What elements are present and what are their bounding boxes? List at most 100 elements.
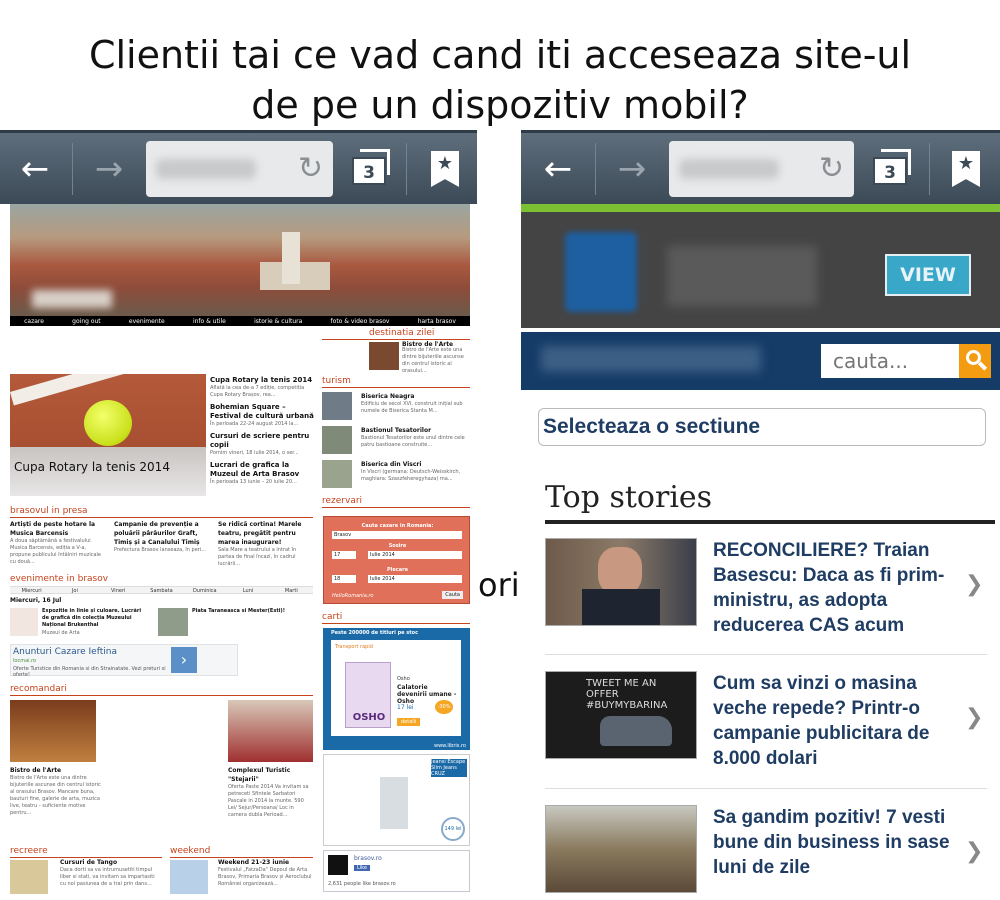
story-item[interactable]: TWEET ME AN OFFER #BUYMYBARINA Cum sa vi… [545, 671, 987, 769]
search-button[interactable] [959, 344, 991, 378]
story-title[interactable]: Sa gandim pozitiv! 7 vesti bune din busi… [713, 805, 958, 880]
turism-thumb[interactable] [322, 392, 352, 420]
view-button[interactable]: VIEW [885, 254, 971, 296]
tab-day[interactable]: Vineri [97, 587, 140, 594]
event-title[interactable]: Expozitie in linie și culoare. Lucrări d… [42, 608, 146, 629]
turism-thumb[interactable] [322, 460, 352, 488]
event-thumb[interactable] [10, 608, 38, 636]
events-day-tabs: Miercuri Joi Vineri Sambata Duminica Lun… [10, 586, 313, 594]
reload-icon[interactable]: ↻ [298, 151, 323, 187]
url-bar[interactable]: ↻ [669, 141, 854, 197]
recomandari-thumb[interactable] [10, 700, 96, 762]
bookmark-button[interactable]: ★ [952, 151, 980, 187]
recomandari-item: Complexul Turistic "Stejarii" Oferta Pas… [228, 766, 314, 819]
booking-sosire-day[interactable]: 17 [332, 551, 356, 559]
recreere-thumb[interactable] [10, 860, 48, 894]
event-title[interactable]: Piata Taraneasca si Mester(Esti)! [192, 608, 310, 615]
forward-button[interactable]: → [609, 147, 655, 191]
tab-day[interactable]: Luni [226, 587, 269, 594]
booking-city-input[interactable]: Brasov [332, 531, 462, 539]
nav-item-istorie[interactable]: istorie & cultura [254, 318, 302, 325]
presa-item-title[interactable]: Campanie de prevenție a poluării pârâuri… [114, 520, 212, 547]
jeans-ad[interactable]: Jeansi Escape Slim Jeans CRUZ 149 lei [323, 754, 470, 846]
chevron-right-icon[interactable]: › [171, 647, 197, 673]
turism-item-title[interactable]: Biserica din Viscri [361, 460, 469, 469]
story-item[interactable]: RECONCILIERE? Traian Basescu: Daca as fi… [545, 538, 987, 636]
book-ad-card: Transport rapid OSHO Osho Calatorie deve… [331, 640, 461, 736]
section-select[interactable]: Selecteaza o sectiune [538, 408, 986, 446]
tab-day[interactable]: Duminica [183, 587, 226, 594]
back-button[interactable]: ← [12, 147, 58, 191]
chevron-right-icon[interactable]: ❯ [965, 705, 983, 730]
nav-item-foto-video[interactable]: foto & video brasov [331, 318, 390, 325]
tab-day[interactable]: Joi [53, 587, 96, 594]
search-icon-handle [977, 361, 988, 371]
story-title[interactable]: RECONCILIERE? Traian Basescu: Daca as fi… [713, 538, 958, 638]
bookmark-star-icon: ★ [436, 153, 454, 174]
headline: Clientii tai ce vad cand iti acceseaza s… [0, 30, 1000, 130]
ad-title[interactable]: Anunturi Cazare Ieftina [13, 647, 117, 657]
bistro-thumb[interactable] [369, 342, 399, 370]
featured-tennis-image[interactable]: Cupa Rotary la tenis 2014 [10, 374, 206, 496]
turism-item-title[interactable]: Bastionul Tesatorilor [361, 426, 469, 435]
arrow-left-icon: ← [20, 149, 50, 189]
fb-page-name[interactable]: brasov.ro [354, 855, 382, 862]
nav-item-evenimente[interactable]: evenimente [129, 318, 165, 325]
jeans-model-image [380, 777, 408, 829]
presa-item: Campanie de prevenție a poluării pârâuri… [114, 520, 212, 554]
forward-button[interactable]: → [86, 147, 132, 191]
turism-item-text: Bastionul Tesatorilor este unul dintre c… [361, 435, 465, 448]
tabs-button[interactable]: 3 [352, 147, 396, 187]
news-title[interactable]: Cupa Rotary la tenis 2014 [210, 376, 314, 385]
tab-day[interactable]: Miercuri [10, 587, 53, 594]
news-text: Aflată la cea de-a 7 ediție, competiția … [210, 385, 305, 398]
main-nav: cazare going out evenimente info & utile… [10, 316, 470, 326]
story-title[interactable]: Cum sa vinzi o masina veche repede? Prin… [713, 671, 958, 771]
book-details-button[interactable]: detalii [397, 718, 421, 726]
nav-item-cazare[interactable]: cazare [24, 318, 44, 325]
tennis-ball [84, 400, 132, 446]
recomandari-item-title[interactable]: Complexul Turistic "Stejarii" [228, 766, 314, 784]
nav-item-info[interactable]: info & utile [193, 318, 226, 325]
booking-search-button[interactable]: Cauta [442, 591, 463, 599]
presa-item-title[interactable]: Artiști de peste hotare la Musica Barcen… [10, 520, 108, 538]
section-divider [322, 507, 470, 508]
booking-plecare-month[interactable]: Iulie 2014 [368, 575, 462, 583]
weekend-item-title[interactable]: Weekend 21-23 iunie [218, 858, 314, 867]
tab-day[interactable]: Sambata [140, 587, 183, 594]
news-title[interactable]: Lucrari de grafica la Muzeul de Arta Bra… [210, 461, 314, 479]
recomandari-item-text: Oferta Paste 2014 Va invitam sa petrecet… [228, 784, 309, 818]
recomandari-item-title[interactable]: Bistro de l'Arte [10, 766, 106, 775]
tabs-button[interactable]: 3 [873, 147, 917, 187]
turism-item: Biserica din Viscri In Viscri (germana: … [361, 460, 469, 483]
url-bar[interactable]: ↻ [146, 141, 333, 197]
chevron-right-icon[interactable]: ❯ [965, 572, 983, 597]
bookmark-button[interactable]: ★ [431, 151, 459, 187]
nav-item-harta[interactable]: harta brasov [418, 318, 456, 325]
recreere-item-title[interactable]: Cursuri de Tango [60, 858, 160, 867]
search-input[interactable] [821, 344, 959, 378]
fb-like-button[interactable]: Like [354, 865, 370, 871]
turism-thumb[interactable] [322, 426, 352, 454]
libris-book-ad[interactable]: Peste 200000 de titluri pe stoc Transpor… [323, 628, 470, 750]
news-title[interactable]: Cursuri de scriere pentru copii [210, 432, 314, 450]
recomandari-item: Bistro de l'Arte Bistro de l'Arte este u… [10, 766, 106, 817]
back-button[interactable]: ← [535, 147, 581, 191]
nav-item-going-out[interactable]: going out [72, 318, 101, 325]
reload-icon[interactable]: ↻ [819, 151, 844, 187]
news-title[interactable]: Bohemian Square – Festival de cultură ur… [210, 403, 314, 421]
tab-day[interactable]: Marti [270, 587, 313, 594]
book-ad-banner: Peste 200000 de titluri pe stoc [331, 630, 419, 636]
weekend-thumb[interactable] [170, 860, 208, 894]
booking-sosire-month[interactable]: Iulie 2014 [368, 551, 462, 559]
app-promo-banner: VIEW [521, 204, 1000, 328]
destinatia-item-text: Bistro de l'Arte este una dintre bijuter… [402, 347, 464, 374]
story-item[interactable]: Sa gandim pozitiv! 7 vesti bune din busi… [545, 805, 987, 894]
turism-item-title[interactable]: Biserica Neagra [361, 392, 469, 401]
chevron-right-icon[interactable]: ❯ [965, 839, 983, 864]
recomandari-thumb[interactable] [228, 700, 313, 762]
presa-item-title[interactable]: Se ridică cortina! Marele teatru, pregăt… [218, 520, 313, 547]
ad-banner[interactable]: Anunturi Cazare Ieftina locmai.ro Oferte… [10, 644, 238, 678]
event-thumb[interactable] [158, 608, 188, 636]
booking-plecare-day[interactable]: 18 [332, 575, 356, 583]
